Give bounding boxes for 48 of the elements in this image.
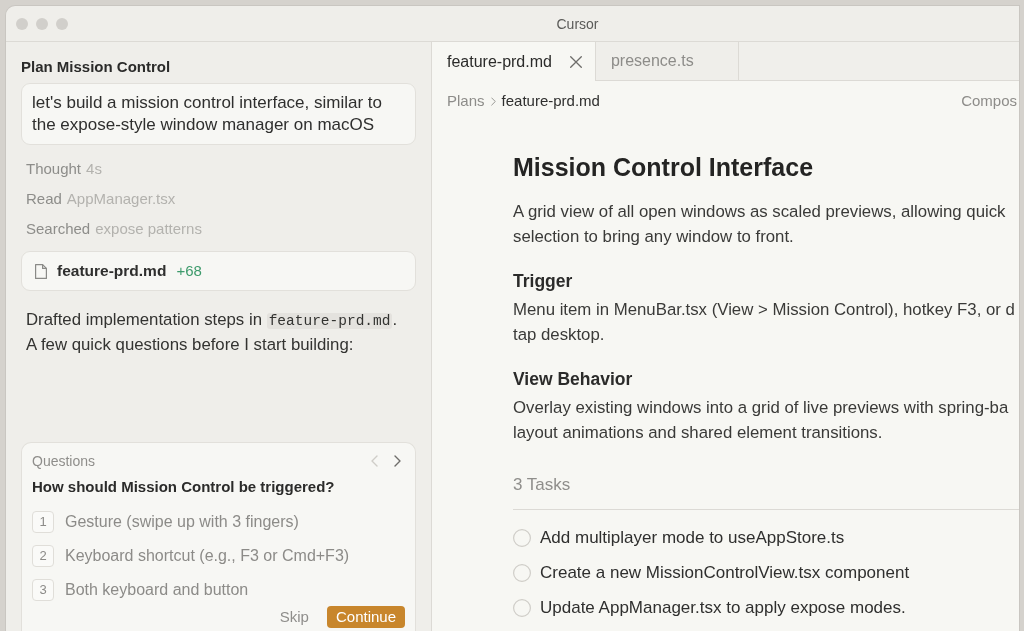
answer-option[interactable]: 2 Keyboard shortcut (e.g., F3 or Cmd+F3) xyxy=(32,545,350,567)
continue-button[interactable]: Continue xyxy=(326,606,405,628)
step-label: Thought xyxy=(26,159,82,179)
option-key: 2 xyxy=(32,545,54,567)
breadcrumb-item[interactable]: feature-prd.md xyxy=(501,91,600,111)
breadcrumb-item[interactable]: Plans xyxy=(447,91,485,111)
task-text: Update AppManager.tsx to apply expose modes. xyxy=(540,596,906,619)
step-label: Searched xyxy=(26,219,91,239)
window-control-icon[interactable] xyxy=(16,17,28,30)
task-checkbox[interactable] xyxy=(513,563,531,582)
step-detail: AppManager.tsx xyxy=(66,189,176,209)
task-text: Create a new MissionControlView.tsx component xyxy=(540,561,910,584)
document-paragraph: A grid view of all open windows as scaled previews, allowing quick selection to bring any window to front. xyxy=(513,201,1007,248)
document-title: Mission Control Interface xyxy=(513,152,815,182)
step-detail: expose patterns xyxy=(95,219,202,239)
question-text: How should Mission Control be triggered? xyxy=(32,477,336,497)
task-text: Add multiplayer mode to useAppStore.ts xyxy=(540,526,845,549)
window-control-icon[interactable] xyxy=(36,17,48,30)
skip-button[interactable]: Skip xyxy=(279,606,309,628)
close-icon[interactable] xyxy=(569,55,582,68)
section-heading: Trigger xyxy=(513,270,574,293)
answer-option[interactable]: 1 Gesture (swipe up with 3 fingers) xyxy=(32,511,299,533)
prompt-bubble: let's build a mission control interface, similar to the expose-style window manager on macOS xyxy=(21,83,416,145)
toolbar-label[interactable]: Compos xyxy=(961,91,1017,111)
step-detail: 4s xyxy=(86,159,102,179)
answer-option[interactable]: 3 Both keyboard and button xyxy=(32,579,249,601)
task-checkbox[interactable] xyxy=(513,528,531,547)
chevron-right-icon xyxy=(490,96,496,106)
file-card[interactable]: feature-prd.md +68 xyxy=(21,251,416,291)
additions-count: +68 xyxy=(176,261,202,281)
section-heading: View Behavior xyxy=(513,368,634,391)
file-icon xyxy=(35,263,47,279)
window-title: Cursor xyxy=(556,14,599,33)
editor-tab[interactable]: presence.ts xyxy=(595,42,739,81)
task-checkbox[interactable] xyxy=(513,598,531,617)
chevron-right-icon[interactable] xyxy=(394,455,401,467)
document-paragraph: Overlay existing windows into a grid of live previews with spring-ba layout animations and shared element transitions. xyxy=(513,397,1010,444)
tasks-label: 3 Tasks xyxy=(513,474,572,496)
step-label: Read xyxy=(26,189,62,209)
option-key: 1 xyxy=(32,511,54,533)
option-key: 3 xyxy=(32,579,54,601)
message-text: Drafted implementation steps in feature-prd.md. A few quick questions before I start building: xyxy=(25,309,399,356)
document-paragraph: Menu item in MenuBar.tsx (View > Mission Control), hotkey F3, or d tap desktop. xyxy=(513,299,1016,346)
questions-label: Questions xyxy=(32,452,96,471)
editor-tab[interactable]: feature-prd.md xyxy=(432,42,596,81)
file-name: feature-prd.md xyxy=(57,261,167,281)
chat-title: Plan Mission Control xyxy=(21,57,172,77)
window-control-icon[interactable] xyxy=(56,17,68,30)
